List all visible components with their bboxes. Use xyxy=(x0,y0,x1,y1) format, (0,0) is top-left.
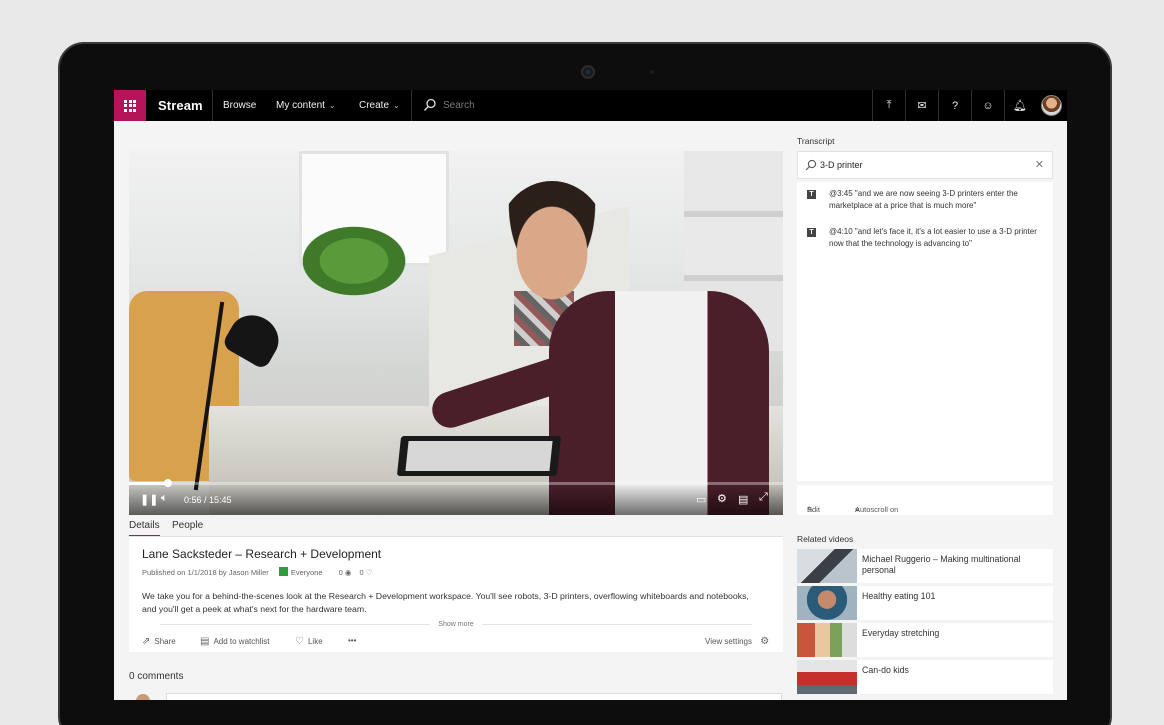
related-video-title: Healthy eating 101 xyxy=(862,591,936,601)
video-meta: Published on 1/1/2018 by Jason Miller Ev… xyxy=(142,567,373,577)
avatar[interactable] xyxy=(1041,95,1062,116)
help-icon[interactable]: ? xyxy=(939,90,971,121)
related-video-item[interactable]: Can-do kids xyxy=(797,660,1053,694)
commenter-avatar xyxy=(136,694,150,700)
views-count: 0 xyxy=(338,568,343,577)
nav-create[interactable]: Create ⌄ xyxy=(359,100,400,111)
transcript-badge-icon: T xyxy=(807,190,816,199)
divider xyxy=(411,90,412,121)
gear-icon: ⚙ xyxy=(760,636,770,647)
divider xyxy=(212,90,213,121)
transcript-result-text: @4:10 "and let's face it, it's a lot eas… xyxy=(829,227,1037,248)
transcript-badge-icon: T xyxy=(807,228,816,237)
captions-icon[interactable]: ▭ xyxy=(696,493,706,506)
chevron-down-icon: ⌄ xyxy=(393,101,400,110)
waffle-icon xyxy=(124,99,136,112)
search-input[interactable]: Search xyxy=(443,100,475,111)
likes-count: 0 xyxy=(359,568,364,577)
video-thumbnail xyxy=(797,586,857,620)
video-thumbnail xyxy=(797,660,857,694)
autoscroll-label: Autoscroll on xyxy=(855,505,899,514)
upload-icon[interactable]: ⤒ xyxy=(873,90,905,121)
seek-bar-fill xyxy=(129,482,169,485)
stream-app: Stream Browse My content ⌄ Create ⌄ Search… xyxy=(114,90,1067,700)
related-videos-heading: Related videos xyxy=(797,534,854,544)
heart-icon: ♡ xyxy=(295,636,304,647)
more-button[interactable]: ••• xyxy=(348,636,356,645)
watchlist-label: Add to watchlist xyxy=(213,637,270,646)
video-title: Lane Sacksteder – Research + Development xyxy=(142,547,382,561)
video-details: Lane Sacksteder – Research + Development… xyxy=(129,537,783,652)
edit-label: Edit xyxy=(807,505,820,514)
video-player[interactable]: ❚❚ 🔈︎ 0:56 / 15:45 ▭ ⚙ ▤ ⤢ xyxy=(129,151,783,515)
related-video-title: Everyday stretching xyxy=(862,628,940,638)
close-icon[interactable]: ✕ xyxy=(1035,158,1044,171)
transcript-toggle-icon[interactable]: ▤ xyxy=(738,493,748,506)
share-label: Share xyxy=(154,637,176,646)
search-icon xyxy=(805,159,817,171)
show-more-label: Show more xyxy=(438,621,474,628)
video-thumbnail xyxy=(797,549,857,583)
view-settings-button[interactable]: View settings ⚙ xyxy=(705,636,773,647)
related-video-item[interactable]: Healthy eating 101 xyxy=(797,586,1053,620)
related-video-title: Can-do kids xyxy=(862,665,909,675)
camera xyxy=(581,65,595,79)
pause-icon[interactable]: ❚❚ xyxy=(140,493,158,506)
related-video-item[interactable]: Everyday stretching xyxy=(797,623,1053,657)
tab-people[interactable]: People xyxy=(172,520,203,535)
audience-label: Everyone xyxy=(290,568,323,577)
transcript-results: T @3:45 "and we are now seeing 3-D print… xyxy=(797,182,1053,481)
comment-input[interactable] xyxy=(166,693,782,700)
transcript-search-input[interactable]: 3-D printer xyxy=(820,160,863,170)
nav-my-content[interactable]: My content ⌄ xyxy=(276,100,336,111)
tab-details[interactable]: Details xyxy=(129,520,160,537)
add-to-watchlist-button[interactable]: ▤ Add to watchlist xyxy=(200,636,269,647)
comments-count: 0 comments xyxy=(129,671,184,682)
related-video-title: Michael Ruggerio – Making multinational … xyxy=(862,554,1021,575)
show-more-link[interactable]: Show more xyxy=(129,621,783,628)
bell-icon[interactable]: 🔔︎ xyxy=(1004,90,1036,121)
transcript-footer: ✎ Edit ≡ Autoscroll on xyxy=(797,485,1053,515)
like-label: Like xyxy=(307,637,323,646)
app-launcher-button[interactable] xyxy=(114,90,146,121)
share-button[interactable]: ⇗ Share xyxy=(142,636,176,647)
heart-icon: ♡ xyxy=(365,568,373,577)
top-bar: Stream Browse My content ⌄ Create ⌄ Search… xyxy=(114,90,1067,121)
search-icon xyxy=(424,98,436,111)
published-info: Published on 1/1/2018 by Jason Miller xyxy=(142,568,269,577)
video-actions: ⇗ Share ▤ Add to watchlist ♡ Like ••• View … xyxy=(129,635,783,652)
related-video-item[interactable]: Michael Ruggerio – Making multinational … xyxy=(797,549,1053,583)
nav-browse[interactable]: Browse xyxy=(223,100,256,111)
video-thumbnail xyxy=(797,623,857,657)
fullscreen-icon[interactable]: ⤢ xyxy=(759,491,768,504)
eye-icon: ◉ xyxy=(344,568,352,577)
volume-icon[interactable]: 🔈︎ xyxy=(161,492,168,505)
chevron-down-icon: ⌄ xyxy=(328,101,336,110)
watchlist-icon: ▤ xyxy=(200,636,210,647)
transcript-result-text: @3:45 "and we are now seeing 3-D printer… xyxy=(829,189,1018,210)
audience-icon xyxy=(278,567,288,576)
nav-create-label: Create xyxy=(359,100,390,111)
playback-time: 0:56 / 15:45 xyxy=(184,495,232,505)
smiley-icon[interactable]: ☺ xyxy=(972,90,1004,121)
mail-icon[interactable]: ✉ xyxy=(906,90,938,121)
seek-bar[interactable] xyxy=(129,482,783,485)
sensor xyxy=(650,70,654,74)
like-button[interactable]: ♡ Like xyxy=(295,636,323,647)
view-settings-label: View settings xyxy=(705,637,752,646)
share-icon: ⇗ xyxy=(142,636,151,647)
app-name[interactable]: Stream xyxy=(158,98,203,113)
transcript-search[interactable]: 3-D printer ✕ xyxy=(797,151,1053,179)
video-description: We take you for a behind-the-scenes look… xyxy=(142,591,749,614)
transcript-heading: Transcript xyxy=(797,136,835,146)
settings-icon[interactable]: ⚙ xyxy=(717,492,727,505)
nav-my-content-label: My content xyxy=(276,100,325,111)
